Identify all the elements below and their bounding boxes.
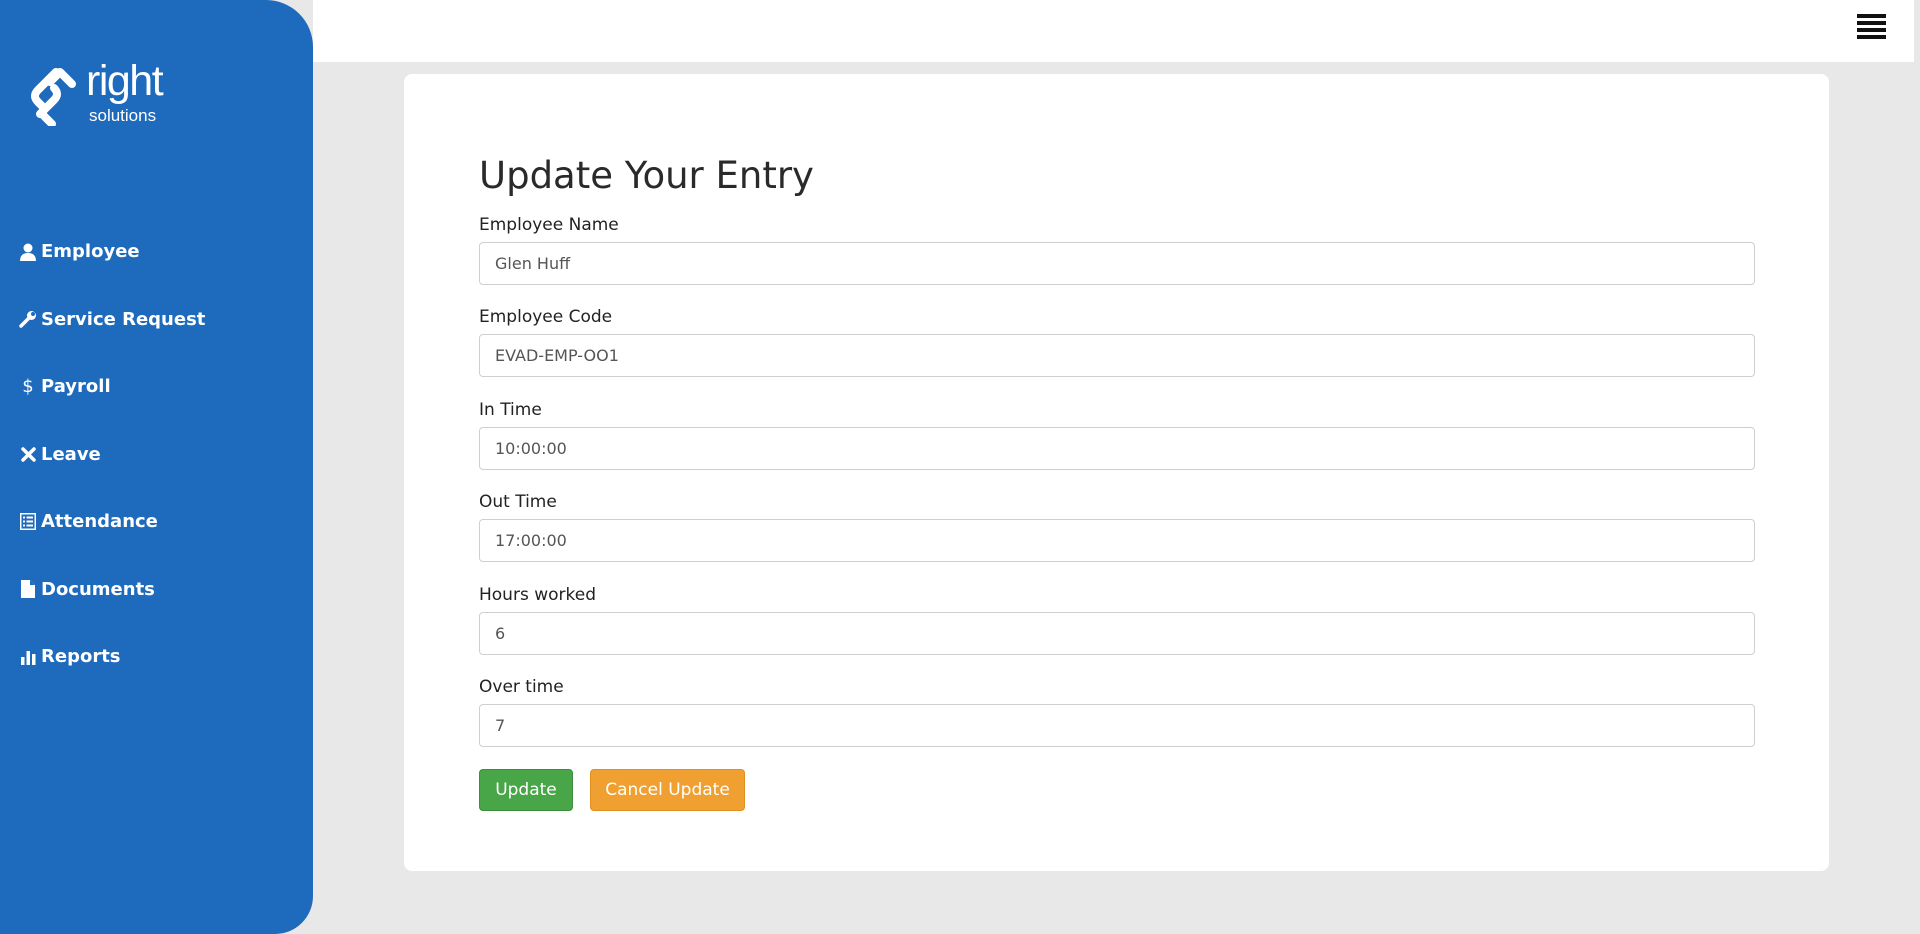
- sidebar-nav: Employee Service Request $ Payroll Leave…: [0, 218, 313, 691]
- sidebar-item-label: Employee: [41, 241, 140, 263]
- employee-code-field-group: Employee Code: [479, 306, 1755, 377]
- sidebar-item-label: Documents: [41, 578, 155, 600]
- sidebar: right solutions Employee Service Request…: [0, 0, 313, 934]
- top-bar: [313, 0, 1917, 62]
- hours-worked-field-group: Hours worked: [479, 584, 1755, 655]
- out-time-field-group: Out Time: [479, 491, 1755, 562]
- page-title: Update Your Entry: [479, 154, 814, 197]
- employee-code-label: Employee Code: [479, 307, 613, 327]
- cancel-update-button[interactable]: Cancel Update: [590, 769, 745, 811]
- document-icon: [19, 579, 37, 599]
- in-time-label: In Time: [479, 400, 542, 420]
- hours-worked-label: Hours worked: [479, 585, 596, 605]
- in-time-input[interactable]: [479, 427, 1755, 470]
- employee-name-field-group: Employee Name: [479, 214, 1755, 285]
- out-time-label: Out Time: [479, 492, 557, 512]
- sidebar-item-label: Leave: [41, 443, 101, 465]
- sidebar-item-payroll[interactable]: $ Payroll: [0, 353, 313, 421]
- sidebar-item-reports[interactable]: Reports: [0, 623, 313, 691]
- out-time-input[interactable]: [479, 519, 1755, 562]
- bar-chart-icon: [19, 647, 37, 667]
- list-icon: [19, 512, 37, 532]
- sidebar-item-attendance[interactable]: Attendance: [0, 488, 313, 556]
- brand-name: right: [86, 57, 164, 105]
- sidebar-item-label: Payroll: [41, 376, 111, 398]
- sidebar-item-employee[interactable]: Employee: [0, 218, 313, 286]
- wrench-icon: [19, 309, 37, 329]
- hamburger-menu-icon[interactable]: [1857, 14, 1886, 42]
- over-time-label: Over time: [479, 677, 564, 697]
- over-time-input[interactable]: [479, 704, 1755, 747]
- sidebar-item-service-request[interactable]: Service Request: [0, 286, 313, 354]
- dollar-icon: $: [22, 376, 34, 398]
- brand-tagline: solutions: [89, 106, 157, 125]
- employee-name-input[interactable]: [479, 242, 1755, 285]
- sidebar-item-label: Service Request: [41, 308, 206, 330]
- in-time-field-group: In Time: [479, 399, 1755, 470]
- employee-code-input[interactable]: [479, 334, 1755, 377]
- sidebar-item-leave[interactable]: Leave: [0, 421, 313, 489]
- sidebar-item-label: Attendance: [41, 511, 158, 533]
- hours-worked-input[interactable]: [479, 612, 1755, 655]
- divider: [1914, 0, 1917, 62]
- user-icon: [19, 242, 37, 262]
- sidebar-item-documents[interactable]: Documents: [0, 556, 313, 624]
- right-solutions-logo-icon: [31, 68, 76, 126]
- x-mark-icon: [19, 444, 37, 464]
- update-entry-form: Update Your Entry Employee Name Employee…: [404, 74, 1829, 871]
- update-button[interactable]: Update: [479, 769, 573, 811]
- over-time-field-group: Over time: [479, 676, 1755, 747]
- employee-name-label: Employee Name: [479, 215, 619, 235]
- brand-logo[interactable]: right solutions: [26, 60, 186, 134]
- sidebar-item-label: Reports: [41, 646, 121, 668]
